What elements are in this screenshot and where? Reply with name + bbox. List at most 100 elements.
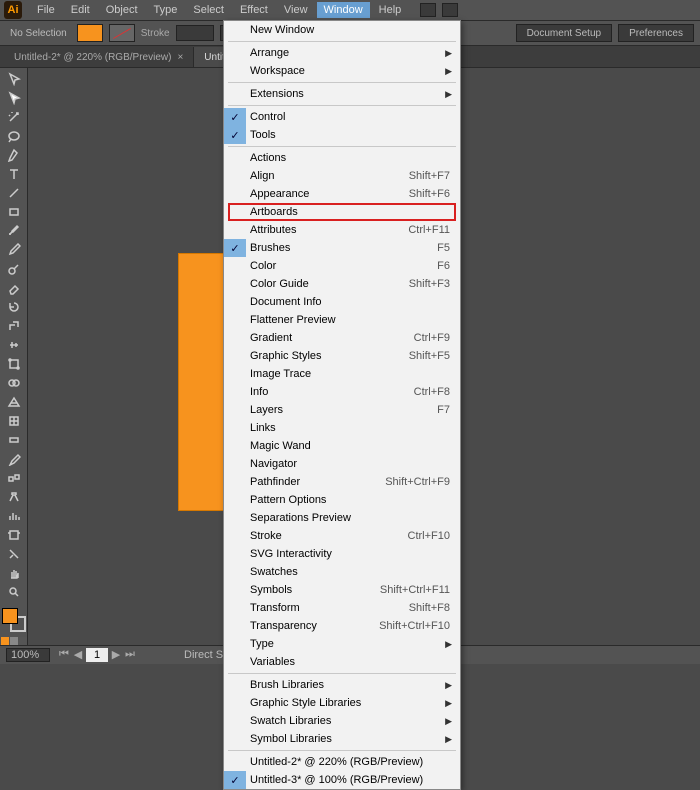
fill-color-swatch[interactable] <box>77 24 103 42</box>
menu-edit[interactable]: Edit <box>64 2 97 18</box>
mesh-tool[interactable] <box>2 412 26 430</box>
arrange-docs-icon[interactable] <box>442 3 458 17</box>
lasso-tool[interactable] <box>2 127 26 145</box>
rotate-tool[interactable] <box>2 298 26 316</box>
document-tab[interactable]: Untitled-2* @ 220% (RGB/Preview)× <box>4 47 194 67</box>
blend-tool[interactable] <box>2 469 26 487</box>
document-setup-button[interactable]: Document Setup <box>516 24 613 42</box>
perspective-tool[interactable] <box>2 393 26 411</box>
menu-item-variables[interactable]: Variables <box>224 653 460 671</box>
zoom-tool[interactable] <box>2 583 26 601</box>
next-artboard-icon[interactable]: ▶ <box>110 648 122 660</box>
menu-item-arrange[interactable]: Arrange▶ <box>224 44 460 62</box>
menu-item-untitled-2-220-rgb-preview-[interactable]: Untitled-2* @ 220% (RGB/Preview) <box>224 753 460 771</box>
menu-item-align[interactable]: AlignShift+F7 <box>224 167 460 185</box>
menu-item-type[interactable]: Type▶ <box>224 635 460 653</box>
eraser-tool[interactable] <box>2 279 26 297</box>
selection-tool[interactable] <box>2 70 26 88</box>
eyedropper-tool[interactable] <box>2 450 26 468</box>
gradient-tool[interactable] <box>2 431 26 449</box>
menu-help[interactable]: Help <box>372 2 409 18</box>
menu-item-graphic-style-libraries[interactable]: Graphic Style Libraries▶ <box>224 694 460 712</box>
stroke-weight-label: Stroke <box>141 28 170 39</box>
menu-item-navigator[interactable]: Navigator <box>224 455 460 473</box>
submenu-arrow-icon: ▶ <box>445 734 452 745</box>
menu-item-pattern-options[interactable]: Pattern Options <box>224 491 460 509</box>
menu-item-label: Color Guide <box>250 278 409 290</box>
menu-item-pathfinder[interactable]: PathfinderShift+Ctrl+F9 <box>224 473 460 491</box>
blob-brush-tool[interactable] <box>2 260 26 278</box>
close-tab-icon[interactable]: × <box>177 52 183 63</box>
preferences-button[interactable]: Preferences <box>618 24 694 42</box>
menu-item-swatches[interactable]: Swatches <box>224 563 460 581</box>
first-artboard-icon[interactable]: ⏮ <box>58 648 70 660</box>
symbol-sprayer-tool[interactable] <box>2 488 26 506</box>
menu-item-attributes[interactable]: AttributesCtrl+F11 <box>224 221 460 239</box>
rectangle-tool[interactable] <box>2 203 26 221</box>
magic-wand-tool[interactable] <box>2 108 26 126</box>
menu-item-gradient[interactable]: GradientCtrl+F9 <box>224 329 460 347</box>
shape-builder-tool[interactable] <box>2 374 26 392</box>
menu-item-symbols[interactable]: SymbolsShift+Ctrl+F11 <box>224 581 460 599</box>
stroke-weight-input[interactable] <box>176 25 214 41</box>
menu-item-label: Pattern Options <box>250 494 450 506</box>
menu-item-new-window[interactable]: New Window <box>224 21 460 39</box>
menu-item-layers[interactable]: LayersF7 <box>224 401 460 419</box>
menu-item-swatch-libraries[interactable]: Swatch Libraries▶ <box>224 712 460 730</box>
fill-stroke-picker[interactable] <box>2 608 26 630</box>
menu-item-artboards[interactable]: Artboards <box>224 203 460 221</box>
menu-item-graphic-styles[interactable]: Graphic StylesShift+F5 <box>224 347 460 365</box>
draw-mode-icons[interactable] <box>1 637 27 645</box>
pen-tool[interactable] <box>2 146 26 164</box>
menu-item-svg-interactivity[interactable]: SVG Interactivity <box>224 545 460 563</box>
menu-item-brush-libraries[interactable]: Brush Libraries▶ <box>224 676 460 694</box>
graph-tool[interactable] <box>2 507 26 525</box>
menu-item-image-trace[interactable]: Image Trace <box>224 365 460 383</box>
menu-item-links[interactable]: Links <box>224 419 460 437</box>
stroke-color-swatch[interactable] <box>109 24 135 42</box>
prev-artboard-icon[interactable]: ◀ <box>72 648 84 660</box>
shortcut-label: Shift+F3 <box>409 278 450 290</box>
menu-item-transform[interactable]: TransformShift+F8 <box>224 599 460 617</box>
menu-item-control[interactable]: ✓Control <box>224 108 460 126</box>
zoom-level-input[interactable]: 100% <box>6 648 50 662</box>
menu-select[interactable]: Select <box>186 2 231 18</box>
menu-item-transparency[interactable]: TransparencyShift+Ctrl+F10 <box>224 617 460 635</box>
menu-item-flattener-preview[interactable]: Flattener Preview <box>224 311 460 329</box>
menu-window[interactable]: Window <box>317 2 370 18</box>
artboard-tool[interactable] <box>2 526 26 544</box>
menu-item-brushes[interactable]: ✓BrushesF5 <box>224 239 460 257</box>
menu-item-info[interactable]: InfoCtrl+F8 <box>224 383 460 401</box>
direct-selection-tool[interactable] <box>2 89 26 107</box>
menu-item-stroke[interactable]: StrokeCtrl+F10 <box>224 527 460 545</box>
artboard-number[interactable]: 1 <box>86 648 108 662</box>
menu-item-workspace[interactable]: Workspace▶ <box>224 62 460 80</box>
menu-item-color-guide[interactable]: Color GuideShift+F3 <box>224 275 460 293</box>
line-tool[interactable] <box>2 184 26 202</box>
menu-item-separations-preview[interactable]: Separations Preview <box>224 509 460 527</box>
last-artboard-icon[interactable]: ⏭ <box>124 648 136 660</box>
menu-item-document-info[interactable]: Document Info <box>224 293 460 311</box>
menu-item-symbol-libraries[interactable]: Symbol Libraries▶ <box>224 730 460 748</box>
free-transform-tool[interactable] <box>2 355 26 373</box>
pencil-tool[interactable] <box>2 241 26 259</box>
type-tool[interactable] <box>2 165 26 183</box>
hand-tool[interactable] <box>2 564 26 582</box>
menu-item-magic-wand[interactable]: Magic Wand <box>224 437 460 455</box>
menu-item-appearance[interactable]: AppearanceShift+F6 <box>224 185 460 203</box>
menu-item-untitled-3-100-rgb-preview-[interactable]: ✓Untitled-3* @ 100% (RGB/Preview) <box>224 771 460 789</box>
menu-item-extensions[interactable]: Extensions▶ <box>224 85 460 103</box>
menu-object[interactable]: Object <box>99 2 145 18</box>
menu-view[interactable]: View <box>277 2 315 18</box>
menu-effect[interactable]: Effect <box>233 2 275 18</box>
menu-item-color[interactable]: ColorF6 <box>224 257 460 275</box>
menu-type[interactable]: Type <box>147 2 185 18</box>
menu-file[interactable]: File <box>30 2 62 18</box>
slice-tool[interactable] <box>2 545 26 563</box>
width-tool[interactable] <box>2 336 26 354</box>
scale-tool[interactable] <box>2 317 26 335</box>
bridge-icon[interactable] <box>420 3 436 17</box>
menu-item-actions[interactable]: Actions <box>224 149 460 167</box>
paintbrush-tool[interactable] <box>2 222 26 240</box>
menu-item-tools[interactable]: ✓Tools <box>224 126 460 144</box>
